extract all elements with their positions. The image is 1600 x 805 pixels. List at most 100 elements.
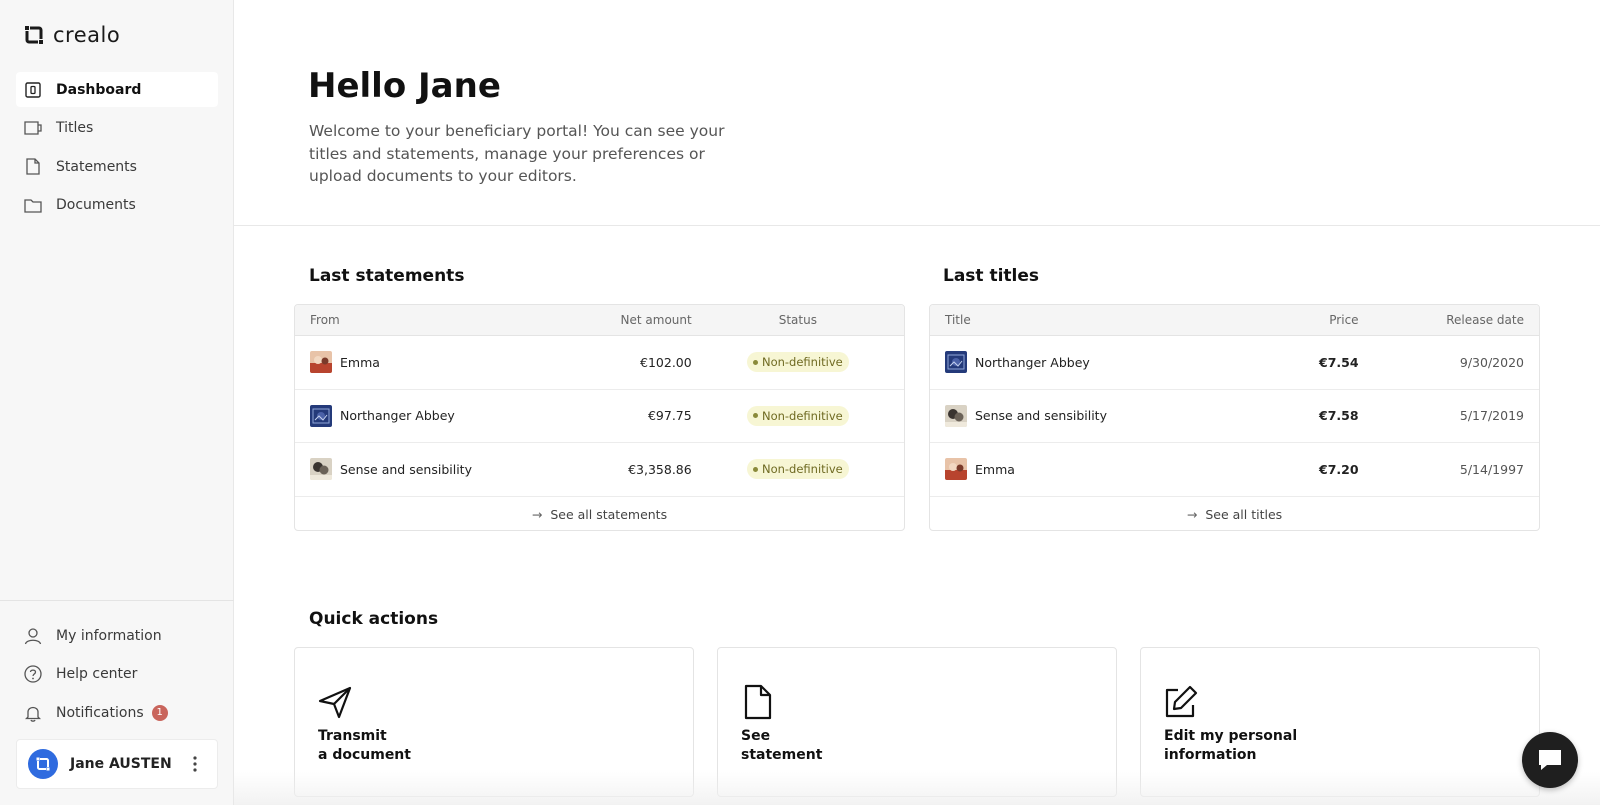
arrow-right-icon: → xyxy=(1186,506,1198,522)
qa-label-line1: Transmit xyxy=(318,728,387,744)
cell-release-date: 9/30/2020 xyxy=(1459,354,1524,370)
file-icon xyxy=(24,158,42,176)
sidebar-item-label: Documents xyxy=(56,197,136,213)
table-row[interactable]: Northanger Abbey €7.54 9/30/2020 xyxy=(930,336,1539,390)
avatar xyxy=(28,749,58,779)
edit-icon xyxy=(1165,685,1198,718)
cell-title-text: Northanger Abbey xyxy=(975,354,1090,370)
help-icon xyxy=(24,665,42,683)
status-badge: Non-definitive xyxy=(746,352,849,373)
chat-button[interactable] xyxy=(1522,732,1578,788)
see-statement-label: See statement xyxy=(741,727,941,764)
cell-amount: €97.75 xyxy=(647,408,692,424)
page-title: Hello Jane xyxy=(308,66,501,106)
see-all-statements-link[interactable]: → See all statements xyxy=(295,497,904,531)
status-badge-label: Non-definitive xyxy=(761,462,843,477)
column-header-price: Price xyxy=(1329,313,1359,327)
qa-label-line2: statement xyxy=(741,746,823,763)
edit-personal-information-label: Edit my personal information xyxy=(1164,727,1364,764)
hero-section: Hello Jane Welcome to your beneficiary p… xyxy=(234,0,1600,226)
table-row[interactable]: Sense and sensibility €3,358.86 Non-defi… xyxy=(295,443,904,497)
see-statement-card[interactable]: See statement xyxy=(717,647,1117,797)
titles-table: Title Price Release date Northanger Abbe… xyxy=(929,304,1540,531)
titles-icon xyxy=(24,119,42,137)
user-icon xyxy=(24,627,42,645)
sidebar-item-titles[interactable]: Titles xyxy=(16,111,218,146)
status-badge: Non-definitive xyxy=(746,405,849,426)
cell-price: €7.54 xyxy=(1319,354,1359,370)
table-header: Title Price Release date xyxy=(930,305,1539,336)
sidebar-item-dashboard[interactable]: Dashboard xyxy=(16,72,218,107)
user-card[interactable]: Jane AUSTEN xyxy=(16,739,218,789)
sidebar-item-label: Notifications xyxy=(56,704,144,721)
qa-label-line2: a document xyxy=(318,746,411,763)
logo[interactable]: crealo xyxy=(23,23,120,47)
qa-label-line2: information xyxy=(1164,746,1257,763)
see-all-titles-link[interactable]: → See all titles xyxy=(930,497,1539,531)
arrow-right-icon: → xyxy=(531,506,543,522)
table-row[interactable]: Northanger Abbey €97.75 Non-definitive xyxy=(295,390,904,443)
sidebar-item-help-center[interactable]: Help center xyxy=(16,657,218,692)
user-name: Jane AUSTEN xyxy=(70,756,172,772)
last-statements-title: Last statements xyxy=(309,266,465,286)
statements-table: From Net amount Status Emma €102.00 Non-… xyxy=(294,304,905,531)
transmit-document-card[interactable]: Transmit a document xyxy=(294,647,694,797)
more-options-icon[interactable] xyxy=(183,752,207,776)
edit-personal-information-card[interactable]: Edit my personal information xyxy=(1140,647,1540,797)
sidebar-item-statements[interactable]: Statements xyxy=(16,149,218,184)
cell-title-text: Sense and sensibility xyxy=(975,408,1107,424)
cell-release-date: 5/17/2019 xyxy=(1459,408,1524,424)
column-header-from: From xyxy=(310,313,340,327)
cell-status: Non-definitive xyxy=(692,352,904,373)
qa-label-line1: Edit my personal xyxy=(1164,728,1298,744)
book-cover-northanger-abbey xyxy=(310,404,332,427)
cell-from: Emma xyxy=(295,351,574,374)
book-cover-northanger-abbey xyxy=(945,351,967,374)
cell-amount: €3,358.86 xyxy=(628,461,692,477)
chat-icon xyxy=(1539,750,1561,770)
status-dot-icon xyxy=(752,466,758,472)
cell-title: Emma xyxy=(930,458,1229,481)
welcome-text: Welcome to your beneficiary portal! You … xyxy=(309,122,725,185)
logo-text: crealo xyxy=(53,23,121,47)
sidebar-item-label: Dashboard xyxy=(56,81,142,98)
sidebar-item-label: Statements xyxy=(56,158,137,175)
notification-count-badge: 1 xyxy=(151,704,168,721)
crealo-logo-icon xyxy=(23,24,45,46)
see-all-titles-label: See all titles xyxy=(1205,506,1283,522)
sidebar-divider xyxy=(0,600,234,601)
sidebar-item-label: My information xyxy=(56,627,162,644)
book-cover-emma xyxy=(310,351,332,374)
cell-from-text: Northanger Abbey xyxy=(340,408,455,424)
cell-title: Northanger Abbey xyxy=(930,351,1229,374)
sidebar-bottom-nav: My information Help center Notifications… xyxy=(16,618,218,734)
column-header-net-amount: Net amount xyxy=(620,313,692,327)
see-all-statements-label: See all statements xyxy=(550,506,668,522)
column-header-status: Status xyxy=(778,313,817,327)
sidebar-item-documents[interactable]: Documents xyxy=(16,188,218,223)
table-row[interactable]: Sense and sensibility €7.58 5/17/2019 xyxy=(930,390,1539,443)
cell-from: Sense and sensibility xyxy=(295,458,574,481)
cell-status: Non-definitive xyxy=(692,405,904,426)
status-badge-label: Non-definitive xyxy=(761,408,843,423)
sidebar-item-label: Titles xyxy=(56,120,94,136)
table-row[interactable]: Emma €7.20 5/14/1997 xyxy=(930,443,1539,497)
sidebar-item-notifications[interactable]: Notifications 1 xyxy=(16,695,218,730)
send-icon xyxy=(318,686,352,719)
sidebar-item-my-information[interactable]: My information xyxy=(16,618,218,653)
table-row[interactable]: Emma €102.00 Non-definitive xyxy=(295,336,904,390)
column-header-release-date: Release date xyxy=(1446,313,1524,327)
cell-amount: €102.00 xyxy=(640,354,692,370)
cell-title: Sense and sensibility xyxy=(930,404,1229,427)
folder-icon xyxy=(24,196,42,214)
crealo-avatar-icon xyxy=(35,756,51,772)
sidebar-nav: Dashboard Titles Statements Documents xyxy=(16,72,218,226)
status-dot-icon xyxy=(752,413,758,419)
file-icon xyxy=(744,684,772,720)
quick-actions-title: Quick actions xyxy=(309,609,439,629)
book-cover-emma xyxy=(945,458,967,481)
cell-status: Non-definitive xyxy=(692,459,904,480)
bell-icon xyxy=(24,704,42,722)
qa-label-line1: See xyxy=(741,728,771,744)
cell-title-text: Emma xyxy=(975,461,1015,477)
